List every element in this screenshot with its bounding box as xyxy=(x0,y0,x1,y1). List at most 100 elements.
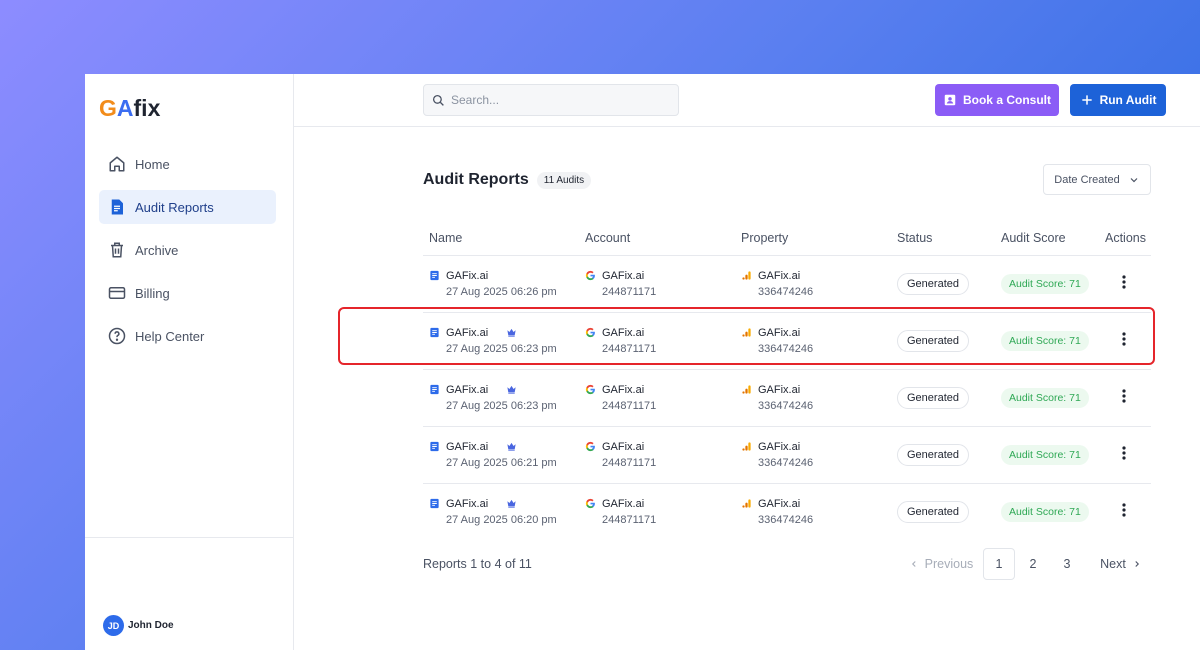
sort-dropdown[interactable]: Date Created xyxy=(1043,164,1151,195)
sidebar-item-help-center[interactable]: Help Center xyxy=(99,319,276,353)
account-name: GAFix.ai xyxy=(602,440,645,453)
column-header-account[interactable]: Account xyxy=(579,222,735,256)
search-box[interactable] xyxy=(423,84,679,116)
brand-logo[interactable]: G A fix xyxy=(99,94,160,122)
table-row[interactable]: GAFix.ai 27 Aug 2025 06:21 pm GAFix.ai 2448… xyxy=(423,426,1151,484)
cell-name: GAFix.ai 27 Aug 2025 06:20 pm xyxy=(423,483,579,540)
more-actions-icon[interactable] xyxy=(1117,445,1131,461)
sidebar-item-archive[interactable]: Archive xyxy=(99,233,276,267)
audit-score-badge: Audit Score: 71 xyxy=(1001,273,1089,294)
chevron-down-icon xyxy=(1130,177,1138,182)
more-actions-icon[interactable] xyxy=(1117,502,1131,518)
status-badge: Generated xyxy=(897,386,969,409)
column-header-actions: Actions xyxy=(1099,222,1151,256)
page-title: Audit Reports xyxy=(423,171,529,188)
page-button-1[interactable]: 1 xyxy=(983,548,1015,580)
google-icon xyxy=(585,499,595,509)
plus-icon xyxy=(1081,95,1092,105)
book-consult-label: Book a Consult xyxy=(962,93,1051,107)
audit-count-badge: 11 Audits xyxy=(536,171,592,189)
property-name: GAFix.ai xyxy=(758,326,801,339)
search-input[interactable] xyxy=(451,93,661,107)
report-date: 27 Aug 2025 06:21 pm xyxy=(446,456,557,469)
topbar: Book a Consult Run Audit xyxy=(294,74,1200,127)
cell-actions xyxy=(1099,312,1151,370)
analytics-icon xyxy=(742,442,751,451)
report-name[interactable]: GAFix.ai xyxy=(446,327,488,339)
cell-actions xyxy=(1099,255,1151,313)
property-name: GAFix.ai xyxy=(758,383,801,396)
book-consult-button[interactable]: Book a Consult xyxy=(935,84,1059,116)
column-header-name[interactable]: Name xyxy=(423,222,579,256)
user-name: John Doe xyxy=(128,620,174,631)
audit-score-badge: Audit Score: 71 xyxy=(1001,444,1089,465)
cell-actions xyxy=(1099,369,1151,427)
table-row[interactable]: GAFix.ai 27 Aug 2025 06:26 pm GAFix.ai 2448… xyxy=(423,255,1151,313)
audit-reports-table: Name Account Property Status Audit Score… xyxy=(423,222,1151,540)
user-profile[interactable]: JD John Doe xyxy=(103,615,174,636)
report-name[interactable]: GAFix.ai xyxy=(446,498,488,510)
report-name[interactable]: GAFix.ai xyxy=(446,441,488,453)
account-id: 244871171 xyxy=(602,456,657,469)
page-button-3[interactable]: 3 xyxy=(1051,548,1083,580)
sidebar-item-label: Audit Reports xyxy=(135,199,214,215)
table-row[interactable]: GAFix.ai 27 Aug 2025 06:23 pm GAFix.ai 2448… xyxy=(423,369,1151,427)
sidebar-item-label: Help Center xyxy=(135,328,205,344)
audit-reports-section: Audit Reports 11 Audits Date Created Nam… xyxy=(423,164,1151,540)
report-date: 27 Aug 2025 06:20 pm xyxy=(446,513,557,526)
sidebar-item-billing[interactable]: Billing xyxy=(99,276,276,310)
crown-icon xyxy=(507,442,516,451)
run-audit-label: Run Audit xyxy=(1099,93,1157,107)
run-audit-button[interactable]: Run Audit xyxy=(1070,84,1166,116)
report-name[interactable]: GAFix.ai xyxy=(446,384,488,396)
chevron-right-icon xyxy=(1135,561,1139,567)
cell-account: GAFix.ai 244871171 xyxy=(579,369,735,427)
column-header-property[interactable]: Property xyxy=(735,222,891,256)
account-name: GAFix.ai xyxy=(602,383,645,396)
sort-dropdown-label: Date Created xyxy=(1054,173,1120,186)
previous-label: Previous xyxy=(924,557,974,571)
column-header-audit-score[interactable]: Audit Score xyxy=(995,222,1099,256)
account-id: 244871171 xyxy=(602,513,657,526)
account-name: GAFix.ai xyxy=(602,269,645,282)
google-icon xyxy=(585,327,595,338)
property-name: GAFix.ai xyxy=(758,497,801,510)
next-page-button[interactable]: Next xyxy=(1091,548,1151,580)
credit-card-icon xyxy=(108,287,126,299)
cell-actions xyxy=(1099,483,1151,540)
more-actions-icon[interactable] xyxy=(1117,331,1131,347)
cell-score: Audit Score: 71 xyxy=(995,483,1099,540)
cell-status: Generated xyxy=(891,426,995,484)
audit-score-badge: Audit Score: 71 xyxy=(1001,330,1089,351)
cell-score: Audit Score: 71 xyxy=(995,312,1099,370)
pagination: Previous 1 2 3 Next xyxy=(901,548,1151,580)
more-actions-icon[interactable] xyxy=(1117,388,1131,404)
chevron-left-icon xyxy=(911,561,916,567)
google-icon xyxy=(585,384,595,395)
audit-score-badge: Audit Score: 71 xyxy=(1001,501,1089,522)
sidebar-item-audit-reports[interactable]: Audit Reports xyxy=(99,190,276,224)
document-icon xyxy=(430,499,439,509)
more-actions-icon[interactable] xyxy=(1117,274,1131,290)
table-row[interactable]: GAFix.ai 27 Aug 2025 06:23 pm GAFix.ai 2448… xyxy=(423,312,1151,370)
column-header-status[interactable]: Status xyxy=(891,222,995,256)
home-icon xyxy=(109,156,125,172)
page-button-2[interactable]: 2 xyxy=(1017,548,1049,580)
cell-account: GAFix.ai 244871171 xyxy=(579,426,735,484)
document-icon xyxy=(111,199,123,215)
cell-property: GAFix.ai 336474246 xyxy=(735,483,891,540)
property-id: 336474246 xyxy=(758,342,814,355)
cell-status: Generated xyxy=(891,255,995,313)
previous-page-button[interactable]: Previous xyxy=(901,548,981,580)
logo-text-fix: fix xyxy=(133,94,161,121)
report-name[interactable]: GAFix.ai xyxy=(446,270,488,282)
cell-name: GAFix.ai 27 Aug 2025 06:23 pm xyxy=(423,312,579,370)
document-icon xyxy=(430,327,439,338)
sidebar-item-home[interactable]: Home xyxy=(99,147,276,181)
account-id: 244871171 xyxy=(602,285,657,298)
cell-score: Audit Score: 71 xyxy=(995,255,1099,313)
sidebar-item-label: Billing xyxy=(135,285,170,301)
avatar: JD xyxy=(103,615,124,636)
table-row[interactable]: GAFix.ai 27 Aug 2025 06:20 pm GAFix.ai 2448… xyxy=(423,483,1151,540)
analytics-icon xyxy=(742,328,751,337)
